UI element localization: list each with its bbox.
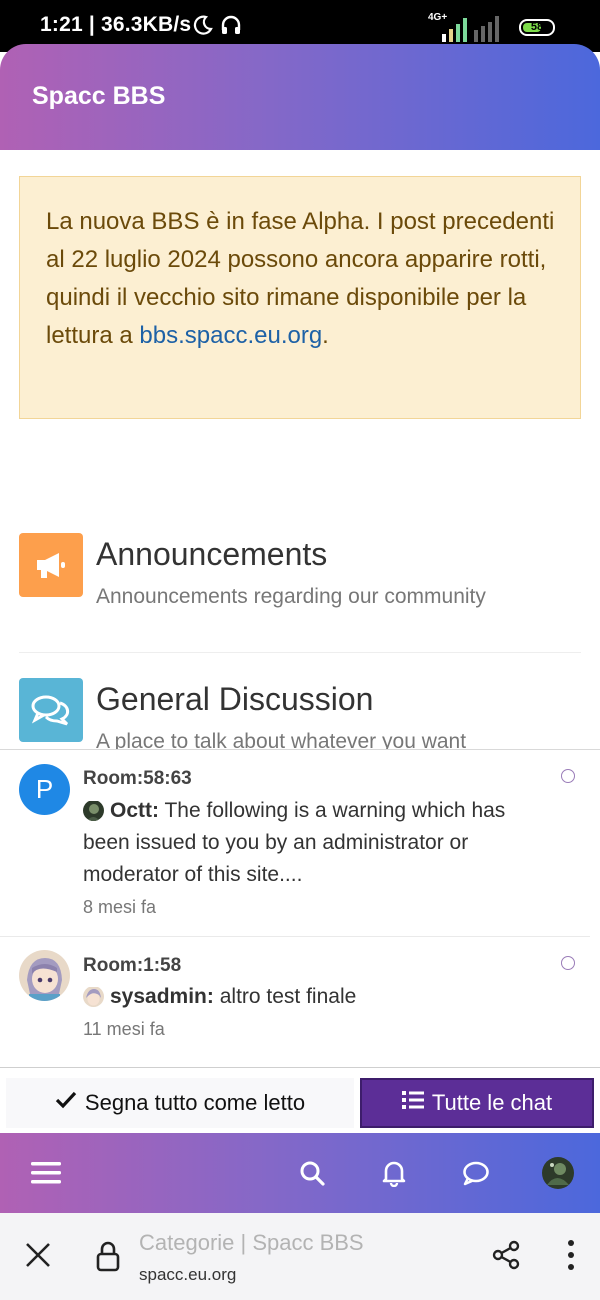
chat-icon[interactable]	[454, 1133, 498, 1213]
bottom-navbar	[0, 1133, 600, 1213]
chat-room-name: Room:58:63	[83, 768, 192, 789]
category-description: Announcements regarding our community	[96, 585, 486, 608]
check-icon	[55, 1090, 77, 1116]
page-title: Categorie | Spacc BBS	[139, 1230, 364, 1255]
unread-indicator[interactable]	[561, 769, 575, 783]
signal-icon	[442, 12, 499, 42]
chat-time: 11 mesi fa	[83, 1019, 165, 1039]
url-display[interactable]: spacc.eu.org	[139, 1265, 236, 1285]
avatar	[19, 950, 70, 1001]
status-time: 1:21 | 36.3KB/s	[40, 13, 192, 36]
category-title-general-discussion[interactable]: General Discussion	[96, 681, 373, 718]
alpha-notice-text: La nuova BBS è in fase Alpha. I post pre…	[46, 203, 561, 355]
avatar	[83, 800, 104, 821]
battery-level: 58	[530, 21, 544, 33]
alpha-notice: La nuova BBS è in fase Alpha. I post pre…	[19, 176, 581, 419]
mark-all-read-button[interactable]: Segna tutto come letto	[6, 1078, 354, 1128]
headset-icon	[220, 14, 242, 41]
lock-icon[interactable]	[88, 1235, 128, 1277]
menu-icon[interactable]	[24, 1133, 68, 1213]
chat-author: Octt:	[110, 799, 159, 822]
browser-toolbar: Categorie | Spacc BBS spacc.eu.org	[0, 1213, 600, 1300]
unread-indicator[interactable]	[561, 956, 575, 970]
close-icon[interactable]	[18, 1235, 58, 1275]
old-site-link[interactable]: bbs.spacc.eu.org	[139, 322, 322, 349]
site-header: Spacc BBS	[0, 44, 600, 150]
chat-time: 8 mesi fa	[83, 897, 157, 917]
more-options-icon[interactable]	[556, 1235, 586, 1275]
category-title-announcements[interactable]: Announcements	[96, 536, 327, 573]
battery-icon: 58	[519, 19, 555, 36]
chat-divider	[0, 936, 590, 937]
chat-actions: Segna tutto come letto Tutte le chat	[0, 1067, 600, 1133]
share-icon[interactable]	[486, 1235, 526, 1275]
comments-icon[interactable]	[19, 678, 83, 742]
avatar	[83, 986, 104, 1007]
bullhorn-icon[interactable]	[19, 533, 83, 597]
chat-message: sysadmin: altro test finale	[83, 981, 523, 1013]
site-title[interactable]: Spacc BBS	[32, 82, 165, 111]
search-icon[interactable]	[290, 1133, 334, 1213]
user-avatar[interactable]	[536, 1133, 580, 1213]
bell-icon[interactable]	[372, 1133, 416, 1213]
moon-icon	[192, 14, 214, 41]
list-icon	[401, 1090, 424, 1116]
chat-message-text: altro test finale	[219, 985, 357, 1008]
category-divider	[19, 652, 581, 653]
chat-room-name: Room:1:58	[83, 955, 182, 976]
mark-all-read-label: Segna tutto come letto	[84, 1090, 306, 1115]
avatar: P	[19, 764, 70, 815]
all-chats-button[interactable]: Tutte le chat	[360, 1078, 594, 1128]
all-chats-label: Tutte le chat	[431, 1090, 553, 1115]
chat-author: sysadmin:	[110, 985, 214, 1008]
alpha-notice-suffix: .	[322, 322, 329, 349]
chat-message: Octt: The following is a warning which h…	[83, 795, 523, 891]
